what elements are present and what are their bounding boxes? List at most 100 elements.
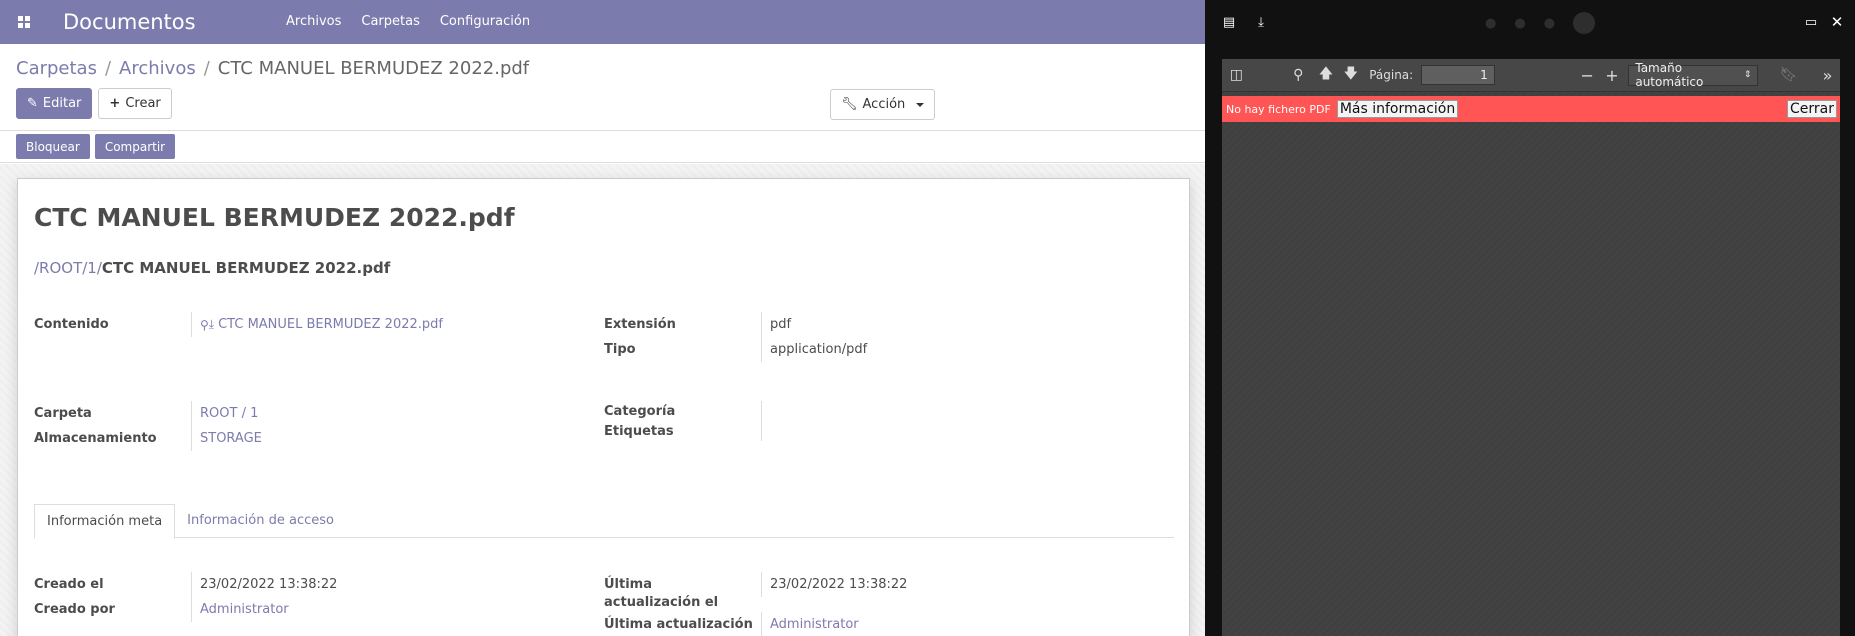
error-bar: No hay fichero PDF Más información Cerra… [1222, 96, 1840, 122]
menu-archivos[interactable]: Archivos [276, 0, 351, 44]
breadcrumb-carpetas[interactable]: Carpetas [16, 58, 97, 79]
folder-value: ROOT / 1 [191, 401, 258, 426]
path-root-link[interactable]: /ROOT/1/ [34, 259, 102, 277]
document-icon[interactable]: ▤ [1221, 14, 1237, 30]
close-icon[interactable]: ✕ [1829, 13, 1845, 31]
plus-icon: + [109, 96, 121, 111]
record-title: CTC MANUEL BERMUDEZ 2022.pdf [34, 203, 515, 232]
tab-informacion-meta[interactable]: Información meta [34, 504, 176, 539]
close-error-button[interactable]: Cerrar [1787, 100, 1837, 118]
previous-page-icon[interactable]: 🡅︎ [1314, 63, 1339, 87]
maximize-icon[interactable]: ▭ [1803, 14, 1819, 30]
pdf-frame: ◫ ⚲ 🡅︎ 🡇︎ Página: 1 − + Tamaño automátic… [1222, 59, 1840, 636]
tags-label: Etiquetas [604, 423, 674, 439]
notebook-tabs: Información meta Información de acceso [34, 504, 1174, 539]
download-icon[interactable]: ⤓ [209, 317, 214, 332]
zoom-in-icon[interactable]: + [1600, 63, 1625, 87]
content-value: ⚲ ⤓ CTC MANUEL BERMUDEZ 2022.pdf [191, 312, 443, 337]
pencil-icon: ✎ [27, 96, 38, 111]
meta-right: Última actualización el 23/02/2022 13:38… [604, 572, 907, 636]
share-button[interactable]: Compartir [94, 134, 176, 159]
path-name: CTC MANUEL BERMUDEZ 2022.pdf [101, 259, 391, 277]
created-on-label: Creado el [34, 577, 104, 592]
updated-by-link[interactable]: Administrator [770, 617, 859, 632]
edit-button-label: Editar [42, 96, 82, 111]
breadcrumb-separator: / [104, 57, 112, 79]
download-icon[interactable]: ⤓ [1253, 14, 1269, 30]
sidebar-toggle-icon[interactable]: ◫ [1224, 63, 1249, 87]
storage-link[interactable]: STORAGE [200, 431, 262, 446]
chat-icon: ● [1514, 15, 1526, 31]
folder-label: Carpeta [34, 406, 92, 421]
category-value[interactable] [761, 401, 770, 421]
select-arrows-icon: ⇕ [1743, 70, 1752, 80]
meta-left: Creado el 23/02/2022 13:38:22 Creado por… [34, 572, 337, 622]
zoom-select-value: Tamaño automático [1635, 61, 1704, 89]
category-label: Categoría [604, 403, 676, 419]
tab-informacion-acceso[interactable]: Información de acceso [175, 504, 346, 537]
created-on-value: 23/02/2022 13:38:22 [191, 572, 337, 597]
breadcrumb-archivos[interactable]: Archivos [119, 58, 196, 79]
edit-button[interactable]: ✎ Editar [16, 88, 93, 119]
form-sheet: CTC MANUEL BERMUDEZ 2022.pdf /ROOT/1/CTC… [17, 178, 1190, 636]
control-panel: Carpetas / Archivos / CTC MANUEL BERMUDE… [0, 44, 1205, 131]
more-info-button[interactable]: Más información [1336, 100, 1459, 118]
extension-value: pdf [761, 312, 791, 337]
created-by-label: Creado por [34, 602, 115, 617]
extension-label: Extensión [604, 317, 676, 332]
updated-by-label: Última actualización [604, 617, 753, 632]
tags-value[interactable] [761, 421, 770, 441]
action-dropdown-button[interactable]: 🔧︎ Acción [830, 89, 936, 120]
lock-button[interactable]: Bloquear [16, 134, 90, 159]
breadcrumb-current: CTC MANUEL BERMUDEZ 2022.pdf [217, 57, 530, 79]
page-label: Página: [1369, 68, 1414, 82]
updated-on-label: Última actualización el [604, 577, 719, 610]
category-group: Categoría Etiquetas [604, 401, 770, 441]
create-button-label: Crear [125, 96, 161, 111]
documents-app: Documentos Archivos Carpetas Configuraci… [0, 0, 1205, 636]
menu-carpetas[interactable]: Carpetas [351, 0, 429, 44]
top-navbar: Documentos Archivos Carpetas Configuraci… [0, 0, 1205, 44]
search-icon[interactable]: ⚲ [200, 318, 209, 332]
background-header-shadow: ● ● ● [1485, 12, 1596, 34]
zoom-select[interactable]: Tamaño automático ⇕ [1628, 61, 1759, 89]
error-message: No hay fichero PDF [1226, 102, 1331, 116]
statusbar: Bloquear Compartir [0, 131, 1205, 163]
content-group: Contenido ⚲ ⤓ CTC MANUEL BERMUDEZ 2022.p… [34, 312, 443, 337]
storage-group: Carpeta ROOT / 1 Almacenamiento STORAGE [34, 401, 262, 451]
content-file-link[interactable]: CTC MANUEL BERMUDEZ 2022.pdf [218, 317, 443, 332]
caret-down-icon [916, 102, 925, 107]
created-by-link[interactable]: Administrator [200, 602, 289, 617]
breadcrumb: Carpetas / Archivos / CTC MANUEL BERMUDE… [16, 54, 1189, 82]
tools-menu-icon[interactable]: » [1815, 63, 1840, 87]
pdf-viewer-window: ▤ ⤓ ● ● ● ▭ ✕ ◫ ⚲ 🡅︎ 🡇︎ Página: 1 − + Ta… [1205, 0, 1855, 636]
pdf-toolbar: ◫ ⚲ 🡅︎ 🡇︎ Página: 1 − + Tamaño automátic… [1222, 59, 1840, 92]
action-button-label: Acción [862, 97, 906, 112]
wrench-icon: 🔧︎ [841, 97, 858, 112]
updated-on-value: 23/02/2022 13:38:22 [761, 572, 907, 597]
created-by-value: Administrator [191, 597, 289, 622]
avatar [1573, 12, 1596, 34]
app-brand[interactable]: Documentos [48, 10, 276, 34]
menu-configuracion[interactable]: Configuración [430, 0, 540, 44]
viewer-titlebar: ▤ ⤓ ● ● ● ▭ ✕ [1205, 0, 1855, 44]
calendar-icon: ● [1543, 15, 1556, 31]
breadcrumb-separator: / [203, 57, 210, 79]
apps-menu-icon[interactable] [0, 0, 48, 44]
page-number-input[interactable]: 1 [1421, 65, 1495, 85]
type-value: application/pdf [761, 337, 867, 362]
zoom-out-icon[interactable]: − [1575, 63, 1600, 87]
extension-group: Extensión pdf Tipo application/pdf [604, 312, 867, 362]
updated-by-value: Administrator [761, 612, 859, 636]
bookmark-icon[interactable]: 🔖︎ [1776, 63, 1801, 87]
record-path: /ROOT/1/CTC MANUEL BERMUDEZ 2022.pdf [34, 259, 1173, 277]
next-page-icon[interactable]: 🡇︎ [1338, 63, 1363, 87]
type-label: Tipo [604, 342, 636, 357]
content-label: Contenido [34, 317, 109, 332]
search-icon[interactable]: ⚲ [1286, 63, 1311, 87]
folder-link[interactable]: ROOT / 1 [200, 406, 258, 421]
storage-value: STORAGE [191, 426, 262, 451]
storage-label: Almacenamiento [34, 431, 157, 446]
create-button[interactable]: + Crear [98, 88, 172, 119]
bell-icon: ● [1485, 15, 1497, 31]
